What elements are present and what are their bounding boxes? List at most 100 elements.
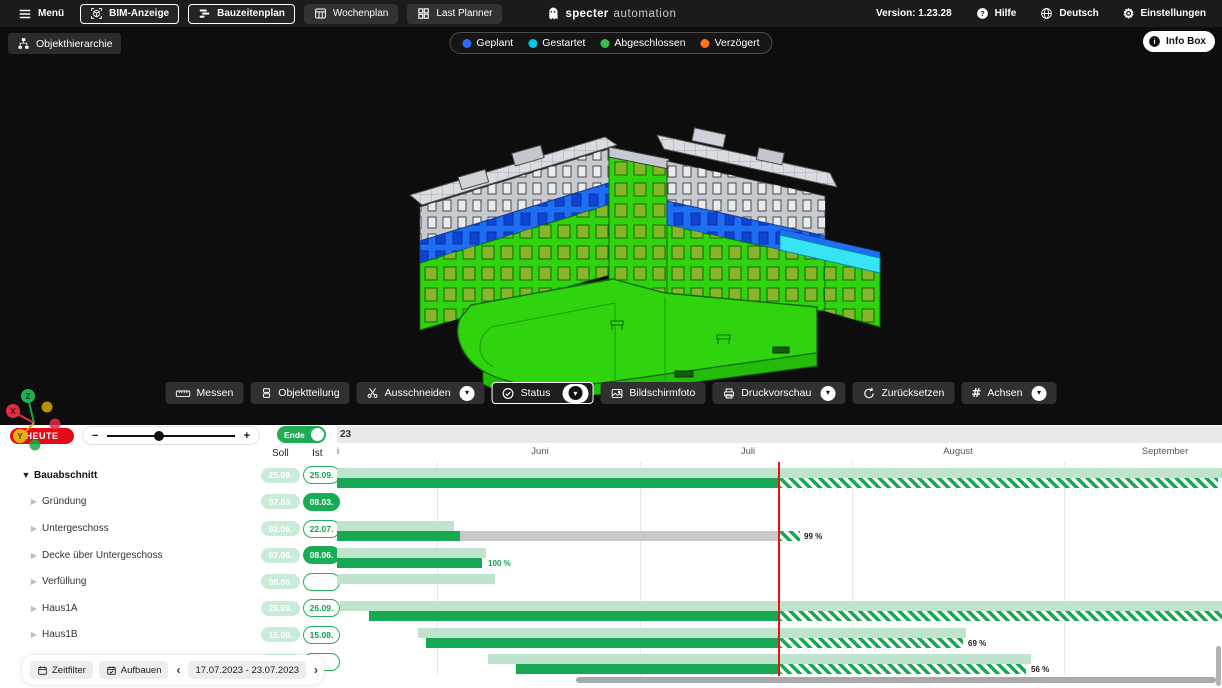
settings-button[interactable]: ⚙ Einstellungen <box>1123 8 1206 19</box>
soll-date-pill[interactable]: 25.09. <box>261 468 300 483</box>
row-name-text: Haus1B <box>42 629 78 640</box>
horizontal-scrollbar[interactable] <box>576 677 1216 683</box>
reset-icon <box>862 387 875 400</box>
tool-ausschneiden-button[interactable]: Ausschneiden▾ <box>357 382 485 404</box>
gantt-bar-projected[interactable] <box>778 664 1026 674</box>
build-up-button[interactable]: Aufbauen <box>99 661 169 679</box>
topbar-view-wochenplan[interactable]: Wochenplan <box>304 4 398 24</box>
expand-arrow-icon[interactable]: ▶ <box>28 577 40 586</box>
version-label: Version: 1.23.28 <box>876 8 952 19</box>
topbar-view-bauzeitenplan[interactable]: Bauzeitenplan <box>188 4 295 24</box>
gantt-bar-planned[interactable] <box>337 574 495 584</box>
soll-date-pill[interactable]: 07.03. <box>261 494 300 509</box>
axis-y[interactable]: Y <box>13 429 27 443</box>
ist-date-pill[interactable]: 08.06. <box>303 546 340 564</box>
menu-label: Menü <box>38 8 64 19</box>
gantt-bar-planned[interactable] <box>340 601 1222 611</box>
gantt-bar-inactive[interactable] <box>460 531 778 541</box>
tool-objektteilung-button[interactable]: Objektteilung <box>250 382 349 404</box>
gantt-bar-actual[interactable] <box>337 558 482 568</box>
language-button[interactable]: Deutsch <box>1040 7 1098 20</box>
info-box-button[interactable]: i Info Box <box>1143 31 1215 52</box>
axis-z-neg[interactable] <box>30 440 41 451</box>
prev-week-button[interactable]: ‹ <box>174 663 182 677</box>
gantt-bar-planned[interactable] <box>418 628 966 638</box>
soll-date-pill[interactable]: 15.08. <box>261 627 300 642</box>
gantt-row-label-haus1b[interactable]: ▶Haus1B <box>0 622 258 649</box>
row-name-text: Gründung <box>42 496 86 507</box>
chevron-down-icon[interactable]: ▾ <box>1031 386 1046 401</box>
gantt-bar-actual[interactable] <box>369 611 778 621</box>
axis-z[interactable]: Z <box>21 389 35 403</box>
collapse-arrow-icon[interactable]: ▼ <box>20 470 32 480</box>
vertical-scrollbar[interactable] <box>1216 646 1221 686</box>
gantt-row-label-verfüllung[interactable]: ▶Verfüllung <box>0 568 258 595</box>
gantt-row-label-bauabschnitt[interactable]: ▼Bauabschnitt <box>0 462 258 489</box>
ist-date-pill[interactable]: 26.09. <box>303 599 340 617</box>
date-range-button[interactable]: 17.07.2023 - 23.07.2023 <box>188 661 306 679</box>
ist-date-pill[interactable]: 25.09. <box>303 466 340 484</box>
row-name-text: Decke über Untergeschoss <box>42 550 163 561</box>
soll-date-pill[interactable]: 02.06. <box>261 521 300 536</box>
soll-date-pill[interactable]: 25.09. <box>261 601 300 616</box>
tool-zurücksetzen-button[interactable]: Zurücksetzen <box>852 382 954 404</box>
chevron-down-icon[interactable]: ▾ <box>460 386 475 401</box>
tool-label: Zurücksetzen <box>881 387 944 399</box>
legend-label: Geplant <box>476 37 513 49</box>
gantt-bar-projected[interactable] <box>778 478 1218 488</box>
gantt-row-label-haus1a[interactable]: ▶Haus1A <box>0 595 258 622</box>
progress-percent-label: 69 % <box>968 639 986 648</box>
gantt-bar-projected[interactable] <box>778 531 800 541</box>
tool-bildschirmfoto-button[interactable]: Bildschirmfoto <box>600 382 705 404</box>
bim-3d-viewport[interactable]: Z X Y <box>0 27 1222 425</box>
gantt-row-label-untergeschoss[interactable]: ▶Untergeschoss <box>0 515 258 542</box>
topbar-view-last-planner[interactable]: Last Planner <box>407 4 502 24</box>
object-hierarchy-button[interactable]: Objekthierarchie <box>8 33 121 54</box>
time-filter-button[interactable]: Zeitfilter <box>30 661 93 679</box>
expand-arrow-icon[interactable]: ▶ <box>28 524 40 533</box>
ist-date-pill[interactable] <box>303 573 340 591</box>
timeline-month-label: August <box>943 446 973 457</box>
topbar-view-bim-anzeige[interactable]: BIM-Anzeige <box>80 4 179 24</box>
gantt-bar-projected[interactable] <box>778 611 1222 621</box>
chevron-down-icon[interactable]: ▾ <box>562 384 588 403</box>
tool-label: Status <box>521 387 551 399</box>
gantt-row-label-gründung[interactable]: ▶Gründung <box>0 489 258 516</box>
expand-arrow-icon[interactable]: ▶ <box>28 551 40 560</box>
gantt-bar-actual[interactable] <box>516 664 778 674</box>
gantt-bar-actual[interactable] <box>426 638 778 648</box>
view-label: Wochenplan <box>333 8 388 19</box>
gantt-bar-actual[interactable] <box>337 478 778 488</box>
gantt-bar-planned[interactable] <box>337 521 454 531</box>
chevron-down-icon[interactable]: ▾ <box>820 386 835 401</box>
soll-date-pill[interactable]: 08.06. <box>261 574 300 589</box>
help-button[interactable]: ? Hilfe <box>976 7 1017 20</box>
gantt-bar-planned[interactable] <box>488 654 1031 664</box>
soll-date-pill[interactable]: 07.06. <box>261 548 300 563</box>
gantt-row-label-decke-über-untergeschoss[interactable]: ▶Decke über Untergeschoss <box>0 542 258 569</box>
expand-arrow-icon[interactable]: ▶ <box>28 630 40 639</box>
gantt-bar-planned[interactable] <box>337 548 486 558</box>
tool-achsen-button[interactable]: #Achsen▾ <box>961 382 1056 404</box>
expand-arrow-icon[interactable]: ▶ <box>28 604 40 613</box>
help-icon: ? <box>976 7 989 20</box>
expand-arrow-icon[interactable]: ▶ <box>28 497 40 506</box>
view-label: Bauzeitenplan <box>217 8 285 19</box>
next-week-button[interactable]: › <box>312 663 320 677</box>
axis-y-neg[interactable] <box>42 402 53 413</box>
tool-druckvorschau-button[interactable]: Druckvorschau▾ <box>712 382 845 404</box>
svg-text:i: i <box>1153 37 1155 46</box>
gantt-bar-projected[interactable] <box>778 638 963 648</box>
ist-date-pill[interactable]: 22.07. <box>303 520 340 538</box>
week-icon <box>314 7 327 20</box>
orientation-gizmo[interactable]: Z X Y <box>4 383 68 451</box>
menu-button[interactable]: Menü <box>12 6 70 22</box>
gantt-bar-actual[interactable] <box>337 531 460 541</box>
axis-x-neg[interactable] <box>50 419 61 430</box>
tool-messen-button[interactable]: Messen <box>166 382 244 404</box>
axis-x[interactable]: X <box>6 404 20 418</box>
ist-date-pill[interactable]: 08.03. <box>303 493 340 511</box>
tool-status-button[interactable]: Status ▾ <box>492 382 594 404</box>
ist-date-pill[interactable]: 15.08. <box>303 626 340 644</box>
legend-dot <box>600 39 609 48</box>
